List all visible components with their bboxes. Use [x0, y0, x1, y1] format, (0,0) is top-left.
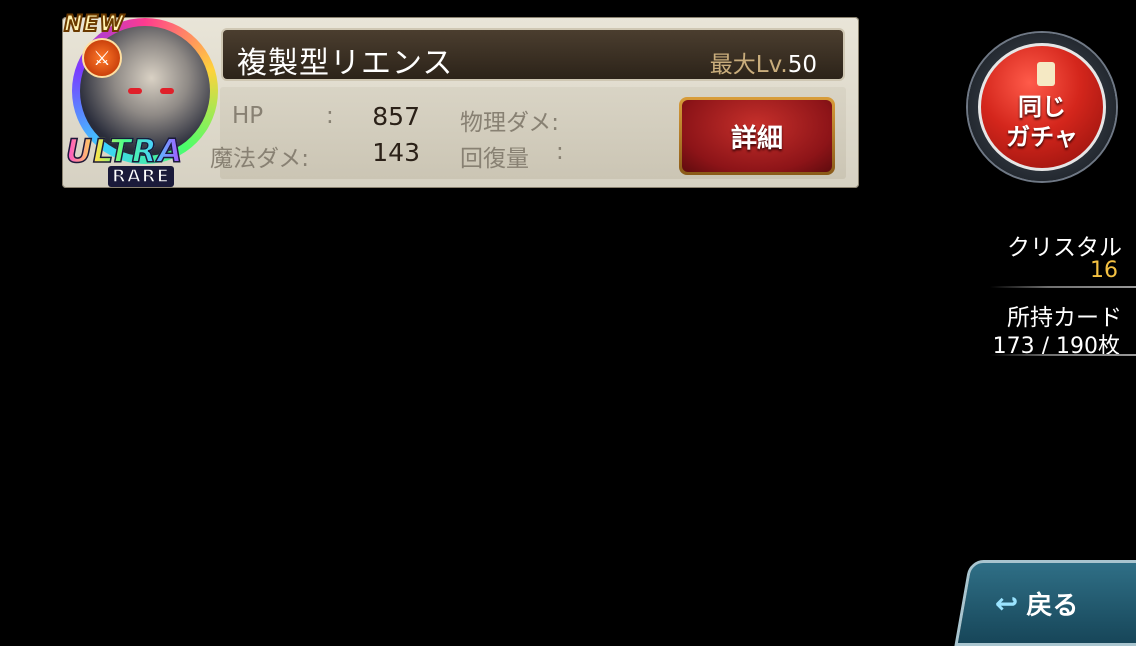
card-name-bar: 複製型リエンス 最大Lv.50 [221, 28, 845, 81]
phys-dmg-label: 物理ダメ: [460, 110, 560, 136]
gacha-capsule-icon [1037, 62, 1055, 86]
card-name: 複製型リエンス [237, 46, 454, 81]
same-gacha-face: 同じ ガチャ [978, 43, 1106, 171]
detail-button-label: 詳細 [682, 100, 832, 172]
same-gacha-button[interactable]: 同じ ガチャ [968, 33, 1116, 181]
same-gacha-line2: ガチャ [1006, 123, 1078, 151]
card-portrait[interactable]: ⚔ NEW ULTRA RARE [63, 11, 226, 189]
back-button-label: 戻る [1026, 591, 1079, 621]
heal-colon: : [556, 139, 564, 165]
max-level: 最大Lv.50 [710, 45, 817, 79]
rarity-rare-label: RARE [108, 165, 174, 188]
same-gacha-label: 同じ ガチャ [981, 92, 1103, 152]
divider [990, 286, 1136, 288]
crystal-label: クリスタル [1007, 235, 1122, 261]
new-badge: NEW [63, 11, 125, 38]
max-level-value: 50 [787, 52, 817, 78]
same-gacha-line1: 同じ [1018, 93, 1066, 121]
back-button-content: ↩ 戻る [995, 585, 1078, 622]
heal-label: 回復量 [460, 146, 529, 172]
character-eyes [128, 88, 184, 96]
left-eye [128, 88, 142, 94]
owned-cards-label: 所持カード [1007, 305, 1122, 331]
magic-dmg-value: 143 [372, 138, 420, 167]
hp-label: HP [232, 103, 264, 129]
back-button[interactable]: ↩ 戻る [954, 560, 1136, 646]
hp-colon: : [326, 103, 334, 129]
right-eye [160, 88, 174, 94]
max-level-label: 最大Lv. [709, 52, 788, 78]
hp-value: 857 [372, 102, 420, 131]
rarity-ultra-label: ULTRA [65, 131, 184, 171]
crystal-count: 16 [1090, 258, 1118, 283]
element-fire-icon: ⚔ [82, 38, 122, 78]
divider [990, 354, 1136, 356]
return-arrow-icon: ↩ [994, 587, 1019, 620]
detail-button[interactable]: 詳細 [679, 97, 835, 175]
